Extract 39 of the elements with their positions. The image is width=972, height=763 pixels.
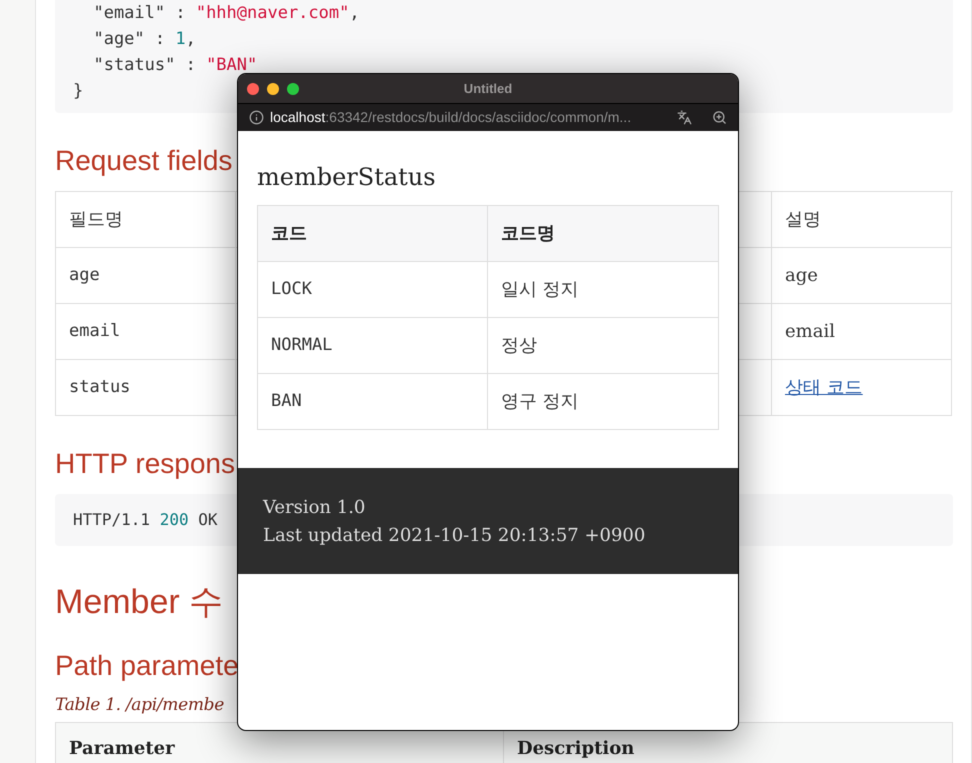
footer-text: Last updated 2021-10-15 20:13:57 +0900 (263, 524, 646, 548)
url-text: localhost:63342/restdocs/build/docs/asciidoc/common/m... (270, 108, 632, 127)
status-code-link[interactable]: 상태 코드 (785, 374, 863, 401)
info-icon[interactable] (249, 110, 264, 125)
translate-icon[interactable] (677, 110, 692, 125)
table-cell-text: 영구 정지 (501, 390, 579, 414)
table-cell-text: age (785, 264, 818, 288)
column-header: 코드 (271, 222, 307, 246)
table-cell-text: email (785, 320, 835, 344)
section-heading: Request fields (55, 144, 232, 178)
code-line: "age" : 1, (92, 28, 196, 51)
column-header: 코드명 (501, 222, 555, 246)
section-heading: HTTP respons (55, 447, 235, 481)
minimize-button[interactable] (267, 82, 279, 94)
table-cell-text: status (69, 376, 130, 399)
section-heading: Path paramete (55, 649, 239, 683)
close-button[interactable] (247, 82, 259, 94)
column-header: Parameter (69, 738, 175, 759)
table-cell-text: BAN (271, 390, 302, 413)
window-title: Untitled (464, 80, 512, 98)
section-heading: Member 수 (55, 582, 224, 623)
table-cell-text: LOCK (271, 278, 312, 301)
column-header: Description (517, 738, 634, 759)
table-cell-text: 정상 (501, 334, 537, 358)
table-cell-text: email (69, 320, 120, 343)
column-header: 설명 (785, 208, 821, 232)
code-line: HTTP/1.1 200 OK (73, 509, 218, 531)
column-header: 필드명 (69, 208, 123, 232)
code-line: "email" : "hhh@naver.com", (92, 2, 360, 25)
table-cell-text: age (69, 264, 100, 287)
code-line: "status" : "BAN" (92, 54, 258, 77)
code-line: } (73, 80, 84, 103)
zoom-in-icon[interactable] (712, 110, 727, 125)
page-heading: memberStatus (257, 162, 436, 193)
footer-text: Version 1.0 (263, 496, 366, 520)
table-cell-text: 일시 정지 (501, 278, 579, 302)
table-caption: Table 1. /api/membe (55, 694, 224, 717)
table-cell-text: NORMAL (271, 334, 332, 357)
maximize-button[interactable] (287, 82, 299, 94)
